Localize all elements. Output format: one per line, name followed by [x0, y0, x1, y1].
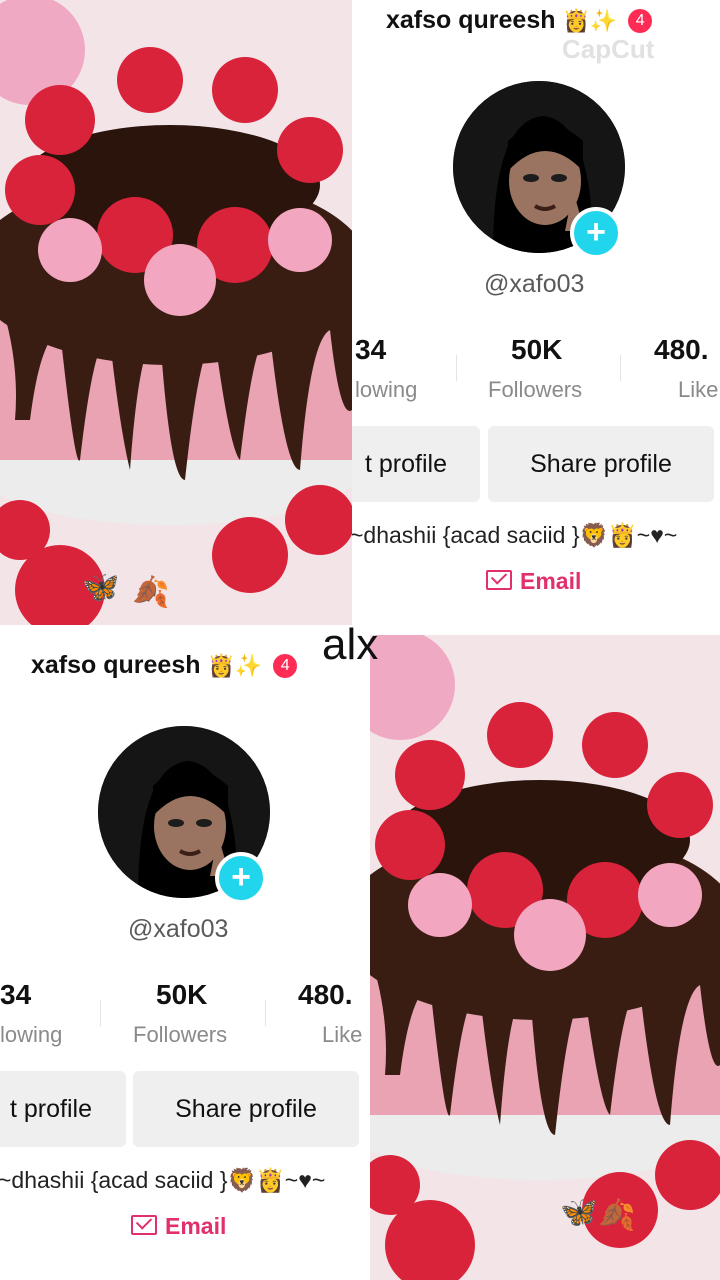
share-profile-button[interactable]: Share profile — [133, 1071, 359, 1147]
followers-count[interactable]: 50K — [511, 334, 562, 366]
profile-bio: ~dhashii {acad saciid }🦁👸~♥~ — [352, 522, 678, 548]
mail-icon — [486, 570, 512, 590]
likes-count[interactable]: 480. — [298, 979, 353, 1011]
leaf-icon: 🍂 — [598, 1199, 636, 1232]
name-emojis: 👸✨ — [207, 654, 263, 679]
follow-plus-button[interactable]: + — [215, 852, 267, 904]
followers-label[interactable]: Followers — [488, 377, 582, 403]
display-name-text: xafso qureesh — [31, 651, 201, 679]
stat-divider — [265, 1000, 266, 1026]
email-label: Email — [520, 568, 582, 594]
edit-profile-button[interactable]: t profile — [352, 426, 480, 502]
following-label[interactable]: lowing — [0, 1022, 62, 1048]
leaf-icon: 🍂 — [132, 576, 170, 609]
following-count[interactable]: 34 — [355, 334, 386, 366]
overlay-caption: alx — [322, 620, 379, 669]
profile-display-name: xafso qureesh 👸✨ 4 — [386, 6, 653, 35]
cake-image — [0, 0, 352, 625]
stat-divider — [100, 1000, 101, 1026]
profile-bio: ~dhashii {acad saciid }🦁👸~♥~ — [0, 1167, 326, 1193]
email-link[interactable]: Email — [486, 568, 581, 595]
profile-panel-top-right: xafso qureesh 👸✨ 4 + @xafo03 34 lowing 5… — [352, 0, 720, 625]
butterfly-icon: 🦋 — [82, 571, 120, 604]
profile-display-name: xafso qureesh 👸✨ 4 — [31, 651, 298, 680]
profile-handle: @xafo03 — [484, 270, 585, 298]
edit-profile-button[interactable]: t profile — [0, 1071, 126, 1147]
profile-panel-bottom-left: xafso qureesh 👸✨ 4 + @xafo03 34 lowing 5… — [0, 625, 370, 1280]
email-link[interactable]: Email — [131, 1213, 226, 1240]
email-label: Email — [165, 1213, 227, 1239]
likes-label[interactable]: Like — [322, 1022, 362, 1048]
butterfly-icon: 🦋 — [560, 1196, 598, 1229]
stat-divider — [456, 355, 457, 381]
name-emojis: 👸✨ — [562, 9, 618, 34]
following-label[interactable]: lowing — [355, 377, 417, 403]
capcut-watermark: CapCut — [562, 34, 655, 64]
notification-badge[interactable]: 4 — [273, 654, 298, 678]
share-profile-button[interactable]: Share profile — [488, 426, 714, 502]
profile-handle: @xafo03 — [128, 915, 229, 943]
followers-count[interactable]: 50K — [156, 979, 207, 1011]
stat-divider — [620, 355, 621, 381]
likes-count[interactable]: 480. — [654, 334, 709, 366]
cake-photo-bottom-right: 🦋 🍂 — [370, 635, 720, 1280]
following-count[interactable]: 34 — [0, 979, 31, 1011]
mail-icon — [131, 1215, 157, 1235]
cake-image — [370, 635, 720, 1280]
follow-plus-button[interactable]: + — [570, 207, 622, 259]
cake-photo-top-left: 🦋 🍂 — [0, 0, 352, 625]
likes-label[interactable]: Like — [678, 377, 718, 403]
display-name-text: xafso qureesh — [386, 6, 556, 34]
followers-label[interactable]: Followers — [133, 1022, 227, 1048]
notification-badge[interactable]: 4 — [628, 9, 653, 33]
